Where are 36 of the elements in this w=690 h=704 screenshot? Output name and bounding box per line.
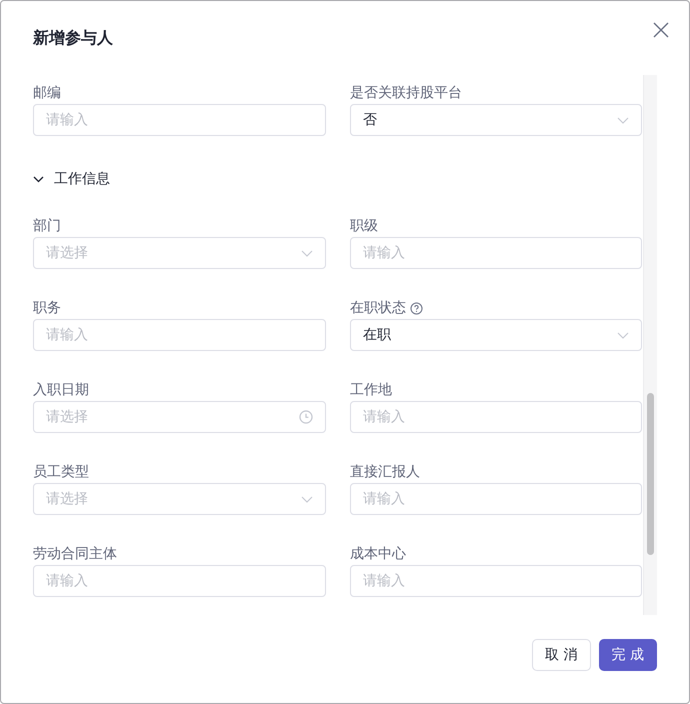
- input-field[interactable]: 请输入: [350, 565, 642, 597]
- field-label: 成本中心: [350, 545, 406, 563]
- select-field[interactable]: 请选择: [33, 483, 326, 515]
- input-field[interactable]: 请输入: [33, 565, 326, 597]
- confirm-button[interactable]: 完 成: [598, 639, 657, 671]
- select-field[interactable]: 否: [350, 104, 642, 136]
- dialog-title: 新增参与人: [33, 28, 113, 48]
- help-icon[interactable]: [410, 302, 423, 314]
- select-field[interactable]: 请选择: [33, 237, 326, 269]
- field-label: 部门: [33, 217, 61, 235]
- clock-icon: [299, 410, 313, 424]
- chevron-icon: [617, 116, 629, 124]
- field-label: 直接汇报人: [350, 463, 420, 481]
- field-label: 是否关联持股平台: [350, 84, 462, 102]
- chevron-icon: [33, 176, 44, 182]
- input-field[interactable]: 请输入: [350, 483, 642, 515]
- input-field[interactable]: 请输入: [350, 401, 642, 433]
- close-icon[interactable]: [653, 22, 669, 38]
- field-label: 在职状态: [350, 299, 406, 317]
- chevron-icon: [617, 332, 629, 338]
- field-label: 入职日期: [33, 381, 89, 399]
- field-label: 员工类型: [33, 463, 89, 481]
- input-field[interactable]: 请输入: [350, 237, 642, 269]
- section-header[interactable]: 工作信息: [33, 169, 110, 189]
- cancel-button[interactable]: 取 消: [532, 639, 591, 671]
- field-label: 邮编: [33, 84, 61, 102]
- input-field[interactable]: 请输入: [33, 319, 326, 351]
- field-label: 劳动合同主体: [33, 545, 117, 563]
- select-field[interactable]: 在职: [350, 319, 642, 351]
- date-field[interactable]: 请选择: [33, 401, 326, 433]
- input-field[interactable]: 请输入: [33, 104, 326, 136]
- field-label: 职级: [350, 217, 378, 235]
- field-label: 职务: [33, 299, 61, 317]
- chevron-icon: [301, 250, 313, 256]
- field-label: 工作地: [350, 381, 392, 399]
- chevron-icon: [301, 496, 313, 502]
